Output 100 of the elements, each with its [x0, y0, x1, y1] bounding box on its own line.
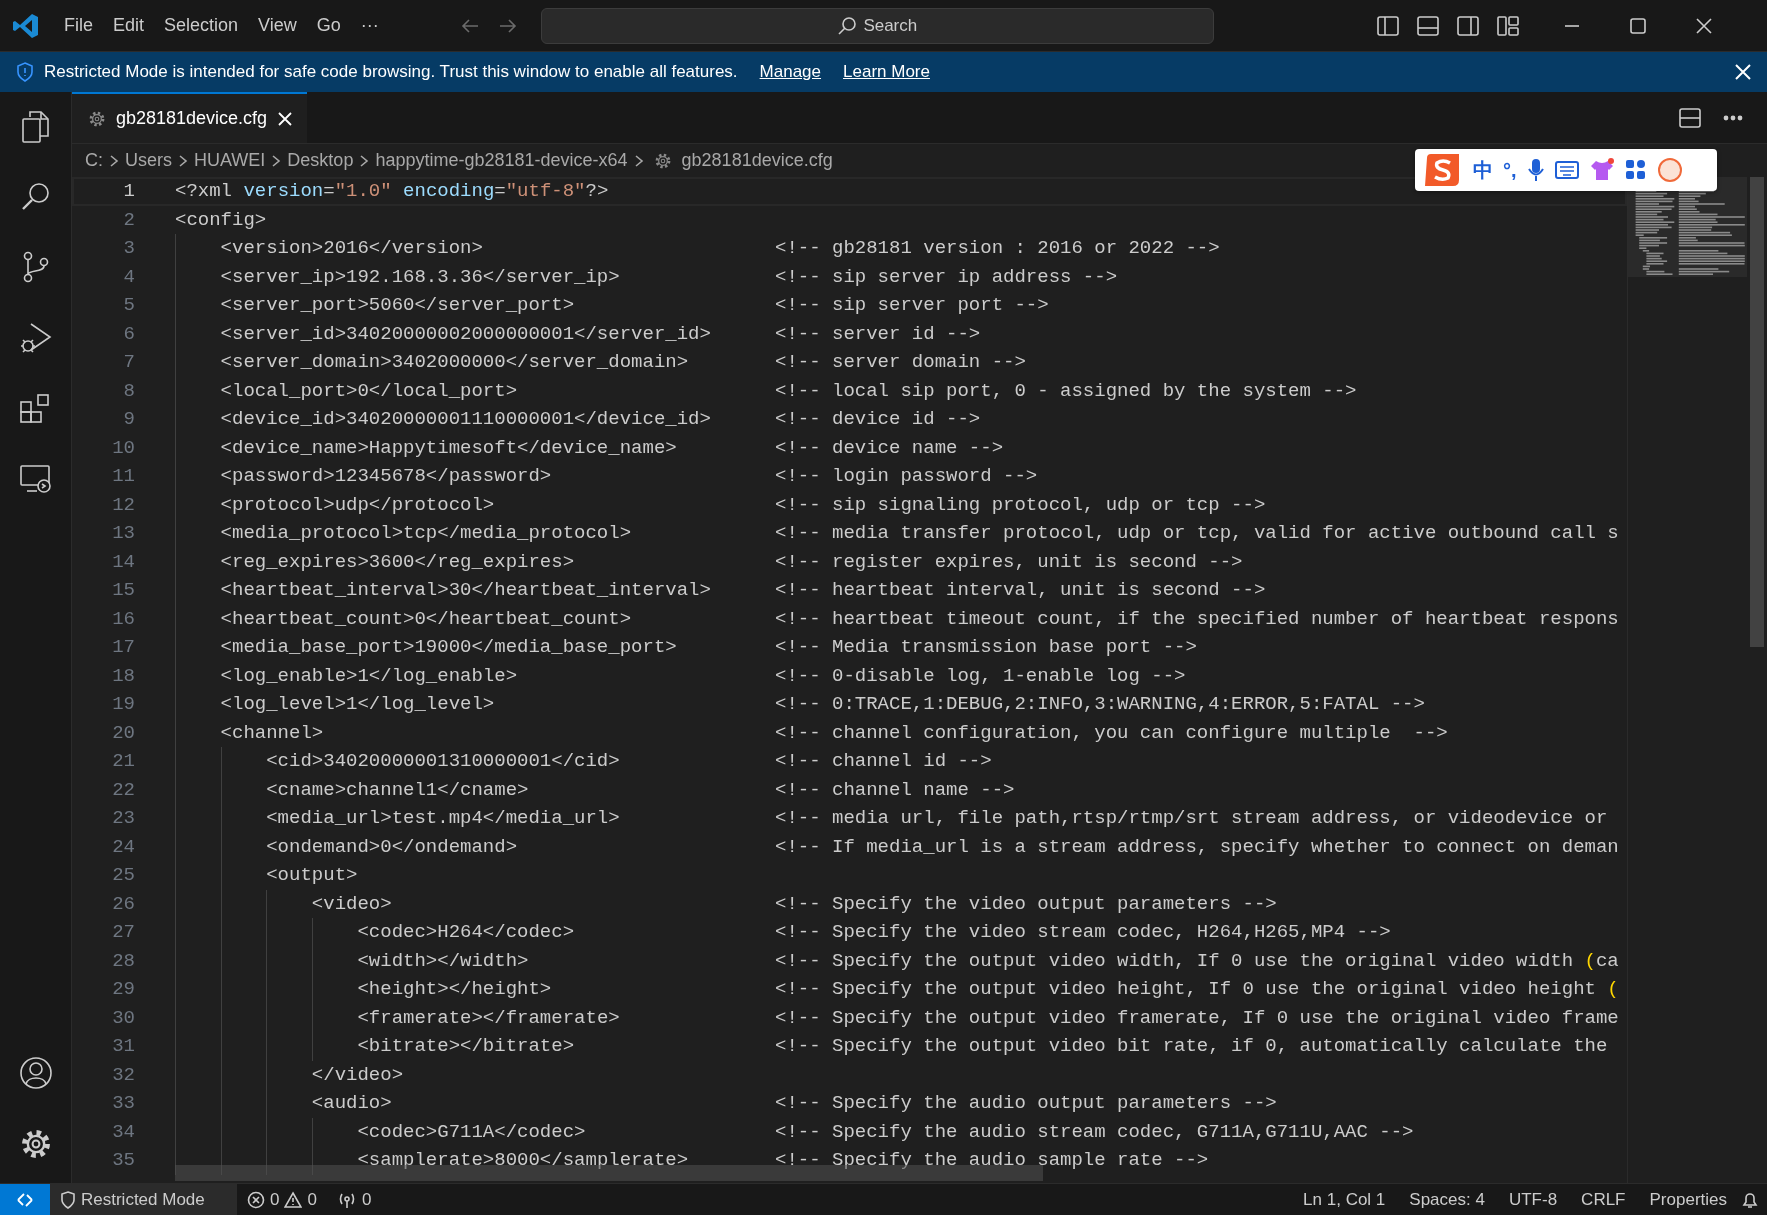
more-actions-icon[interactable] — [1723, 114, 1743, 121]
close-icon[interactable] — [277, 110, 294, 127]
status-item[interactable]: Properties — [1639, 1184, 1737, 1215]
search-placeholder: Search — [863, 14, 918, 37]
scrollbar-thumb[interactable] — [1750, 177, 1764, 647]
ime-label[interactable]: °, — [1503, 155, 1517, 185]
code-text: <reg_expires>3600</reg_expires> — [220, 549, 575, 575]
code-comment: <!-- Specify the output video width, If 0 use the original video width (ca — [775, 948, 1619, 974]
code-comment: <!-- Media transmission base port --> — [775, 635, 1197, 660]
restricted-mode-item[interactable]: Restricted Mode — [50, 1184, 237, 1215]
warning-icon — [284, 1190, 303, 1209]
breadcrumb-item[interactable]: happytime-gb28181-device-x64 — [375, 147, 628, 174]
line-number: 21 — [111, 749, 135, 774]
breadcrumb-item[interactable]: Users — [125, 147, 172, 174]
code-comment: <!-- sip server ip address --> — [775, 264, 1118, 290]
ime-label[interactable]: 中 — [1473, 155, 1493, 185]
code-comment: <!-- Specify the audio output parameters --> — [775, 1091, 1277, 1116]
error-count: 0 — [270, 1188, 280, 1211]
breadcrumb-item[interactable]: gb28181device.cfg — [681, 147, 833, 174]
code-text: <heartbeat_count>0</heartbeat_count> — [220, 606, 632, 632]
code-text: <device_name>Happytimesoft</device_name> — [220, 435, 677, 461]
line-number: 30 — [111, 1005, 135, 1031]
code-text: <protocol>udp</protocol> — [220, 492, 495, 518]
line-number: 10 — [111, 435, 135, 461]
line-number: 27 — [111, 920, 135, 945]
keyboard-icon[interactable] — [1554, 160, 1579, 180]
code-text: <video> — [311, 891, 392, 917]
code-comment: <!-- channel id --> — [775, 749, 992, 774]
code-text: <cname>channel1</cname> — [266, 777, 529, 803]
line-number: 32 — [111, 1062, 135, 1088]
run-debug-icon[interactable] — [18, 321, 53, 355]
line-number: 12 — [111, 492, 135, 518]
gear-icon — [88, 109, 106, 128]
app-logo-icon — [12, 11, 40, 40]
breadcrumb-item[interactable]: C: — [85, 147, 103, 174]
menu-item[interactable]: Edit — [103, 8, 155, 43]
problems-item[interactable]: 0 0 — [237, 1184, 327, 1215]
account-icon[interactable] — [18, 1056, 53, 1090]
code-text: <heartbeat_interval>30</heartbeat_interval> — [220, 578, 711, 603]
error-icon — [247, 1190, 265, 1209]
code-comment: <!-- device id --> — [775, 407, 981, 432]
line-number: 16 — [111, 606, 135, 632]
code-text: <audio> — [311, 1091, 392, 1116]
code-comment: <!-- Specify the output video framerate, If 0 use the original video frame — [775, 1005, 1619, 1031]
line-number: 4 — [122, 264, 135, 290]
code-comment: <!-- 0:TRACE,1:DEBUG,2:INFO,3:WARNING,4:ERROR,5:FATAL --> — [775, 692, 1425, 717]
menu-item[interactable]: File — [54, 8, 103, 43]
ports-item[interactable]: 0 — [326, 1184, 382, 1215]
breadcrumb-item[interactable]: HUAWEI — [194, 147, 266, 174]
status-item[interactable]: Spaces: 4 — [1399, 1184, 1495, 1215]
sidebar-right-layout-icon[interactable] — [1456, 15, 1479, 36]
line-number: 18 — [111, 663, 135, 689]
editor-tab[interactable]: gb28181device.cfg — [72, 92, 308, 143]
status-item[interactable]: Ln 1, Col 1 — [1293, 1184, 1396, 1215]
menu-item[interactable]: Selection — [154, 8, 249, 43]
code-text: <ondemand>0</ondemand> — [266, 834, 518, 860]
search-field[interactable]: Search — [540, 7, 1214, 44]
menu-item[interactable]: Go — [306, 8, 351, 43]
maximize-icon[interactable] — [1628, 16, 1647, 35]
code-text: <server_port>5060</server_port> — [220, 293, 575, 318]
menu-item[interactable]: View — [248, 8, 307, 43]
code-text: <bitrate></bitrate> — [357, 1034, 575, 1059]
files-icon[interactable] — [20, 110, 51, 144]
code-text: <password>12345678</password> — [220, 464, 552, 489]
banner-link[interactable]: Learn More — [843, 59, 930, 85]
split-editor-icon[interactable] — [1679, 107, 1701, 128]
tab-label: gb28181device.cfg — [116, 107, 268, 130]
chevron-right-icon — [359, 153, 370, 168]
panel-bottom-layout-icon[interactable] — [1416, 15, 1439, 36]
sidebar-left-layout-icon[interactable] — [1376, 15, 1399, 36]
avatar-icon[interactable] — [1656, 157, 1683, 183]
code-comment: <!-- Specify the audio sample rate --> — [775, 1148, 1209, 1173]
line-number: 20 — [111, 720, 135, 746]
menu-item[interactable]: ··· — [350, 8, 389, 43]
code-comment: <!-- server id --> — [775, 321, 981, 347]
apps-grid-icon[interactable] — [1624, 159, 1647, 181]
code-comment: <!-- media transfer protocol, udp or tcp, valid for active outbound call s — [775, 521, 1619, 546]
code-comment: <!-- media url, file path,rtsp/rtmp/srt stream address, or videodevice or — [775, 806, 1608, 831]
close-icon[interactable] — [1694, 16, 1713, 35]
code-comment: <!-- server domain --> — [775, 350, 1026, 375]
chevron-right-icon — [178, 153, 188, 168]
banner-link[interactable]: Manage — [759, 59, 822, 85]
close-icon[interactable] — [1735, 64, 1751, 80]
microphone-icon[interactable] — [1526, 158, 1545, 182]
code-text: <codec>G711A</codec> — [357, 1119, 586, 1145]
remote-explorer-icon[interactable] — [18, 463, 53, 495]
line-number: 28 — [111, 948, 135, 974]
status-item[interactable]: CRLF — [1571, 1184, 1636, 1215]
code-text: <version>2016</version> — [220, 236, 483, 261]
line-number: 29 — [111, 977, 135, 1002]
remote-button[interactable] — [0, 1184, 50, 1215]
chevron-right-icon — [271, 153, 282, 168]
line-number: 23 — [111, 806, 135, 831]
code-comment: <!-- local sip port, 0 - assigned by the system --> — [775, 378, 1357, 404]
code-comment: <!-- heartbeat interval, unit is second --> — [775, 578, 1266, 603]
line-number: 1 — [122, 179, 135, 204]
customize-layout-icon[interactable] — [1496, 15, 1519, 36]
breadcrumb-item[interactable]: Desktop — [287, 147, 354, 174]
status-item[interactable]: UTF-8 — [1498, 1184, 1568, 1215]
line-number: 9 — [122, 407, 135, 432]
